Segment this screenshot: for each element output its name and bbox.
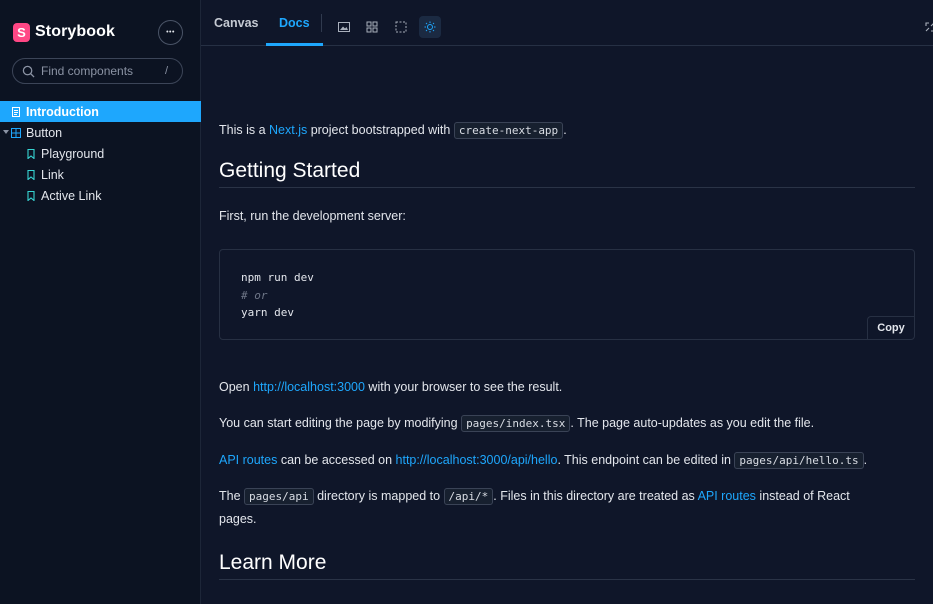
sidebar-tree: Introduction Button Playground Link Acti… <box>0 101 201 206</box>
toolbar: Canvas Docs <box>201 0 933 46</box>
text: with your browser to see the result. <box>364 380 563 394</box>
text: . <box>563 123 567 137</box>
open-paragraph: Open http://localhost:3000 with your bro… <box>219 376 562 398</box>
grid-icon <box>366 21 378 33</box>
text: project bootstrapped with <box>307 123 454 137</box>
edit-paragraph: You can start editing the page by modify… <box>219 412 814 435</box>
bookmark-icon <box>27 169 35 180</box>
text: This is a <box>219 123 270 137</box>
first-run-paragraph: First, run the development server: <box>219 209 406 223</box>
sidebar-item-link[interactable]: Link <box>0 164 201 185</box>
text: pages. <box>219 512 257 526</box>
sidebar-item-label: Link <box>41 167 64 182</box>
chevron-down-icon <box>3 130 9 134</box>
toolbar-divider <box>321 14 322 32</box>
text: directory is mapped to <box>313 489 444 503</box>
background-tool-button[interactable] <box>333 16 355 38</box>
sidebar-item-label: Playground <box>41 146 105 161</box>
storybook-logo-icon: S <box>13 22 30 42</box>
fullscreen-icon[interactable] <box>925 22 933 32</box>
bookmark-icon <box>27 148 35 159</box>
api-routes-link[interactable]: API routes <box>219 453 277 467</box>
search-input[interactable]: Find components / <box>12 58 183 84</box>
sidebar: S Storybook ••• Find components / Introd… <box>0 0 201 604</box>
copy-button[interactable]: Copy <box>867 316 914 339</box>
sidebar-item-label: Active Link <box>41 188 102 203</box>
inline-code: create-next-app <box>453 122 564 139</box>
outline-tool-button[interactable] <box>390 16 412 38</box>
ellipsis-icon: ••• <box>166 29 175 36</box>
text: The <box>219 489 245 503</box>
api-hello-link[interactable]: http://localhost:3000/api/hello <box>396 453 558 467</box>
theme-tool-button[interactable] <box>419 16 441 38</box>
intro-paragraph: This is a Next.js project bootstrapped w… <box>219 119 567 142</box>
brand-name: Storybook <box>35 23 116 40</box>
directory-paragraph: The pages/api directory is mapped to /ap… <box>219 485 915 530</box>
image-icon <box>338 22 350 32</box>
bookmark-icon <box>27 190 35 201</box>
text: Open <box>219 380 254 394</box>
inline-code: /api/* <box>443 488 494 505</box>
outline-icon <box>395 21 407 33</box>
code-block: npm run dev # or yarn dev Copy <box>219 249 915 340</box>
text: . The page auto-updates as you edit the … <box>570 416 815 430</box>
code-comment: # or <box>241 288 268 302</box>
api-routes-link-2[interactable]: API routes <box>698 489 756 503</box>
heading-learn-more: Learn More <box>219 551 915 580</box>
tab-label: Canvas <box>214 16 259 30</box>
inline-code: pages/api/hello.ts <box>734 452 864 469</box>
grid-tool-button[interactable] <box>361 16 383 38</box>
text: You can start editing the page by modify… <box>219 416 462 430</box>
tab-canvas[interactable]: Canvas <box>214 0 258 46</box>
nextjs-link[interactable]: Next.js <box>269 123 307 137</box>
tab-label: Docs <box>279 16 310 30</box>
localhost-link[interactable]: http://localhost:3000 <box>253 380 365 394</box>
text: . Files in this directory are treated as <box>493 489 698 503</box>
search-shortcut: / <box>164 65 168 77</box>
heading-getting-started: Getting Started <box>219 159 915 188</box>
code-line: yarn dev <box>241 306 294 319</box>
code-content: npm run dev # or yarn dev <box>241 269 314 322</box>
search-icon <box>22 65 35 78</box>
inline-code: pages/api <box>244 488 314 505</box>
brand[interactable]: S Storybook <box>13 20 115 44</box>
inline-code: pages/index.tsx <box>461 415 571 432</box>
text: instead of React <box>755 489 850 503</box>
document-icon <box>12 106 20 117</box>
sidebar-item-playground[interactable]: Playground <box>0 143 201 164</box>
more-options-button[interactable]: ••• <box>158 20 183 45</box>
api-paragraph: API routes can be accessed on http://loc… <box>219 449 867 472</box>
code-line: npm run dev <box>241 271 314 284</box>
text: . <box>863 453 868 467</box>
sidebar-item-active-link[interactable]: Active Link <box>0 185 201 206</box>
text: . This endpoint can be edited in <box>557 453 735 467</box>
sidebar-item-label: Introduction <box>26 104 99 119</box>
tab-docs[interactable]: Docs <box>266 0 323 46</box>
theme-icon <box>424 21 436 33</box>
sidebar-item-introduction[interactable]: Introduction <box>0 101 201 122</box>
component-icon <box>11 127 21 138</box>
text: can be accessed on <box>277 453 396 467</box>
search-placeholder: Find components <box>41 64 134 78</box>
sidebar-item-label: Button <box>26 125 63 140</box>
sidebar-item-button[interactable]: Button <box>0 122 201 143</box>
